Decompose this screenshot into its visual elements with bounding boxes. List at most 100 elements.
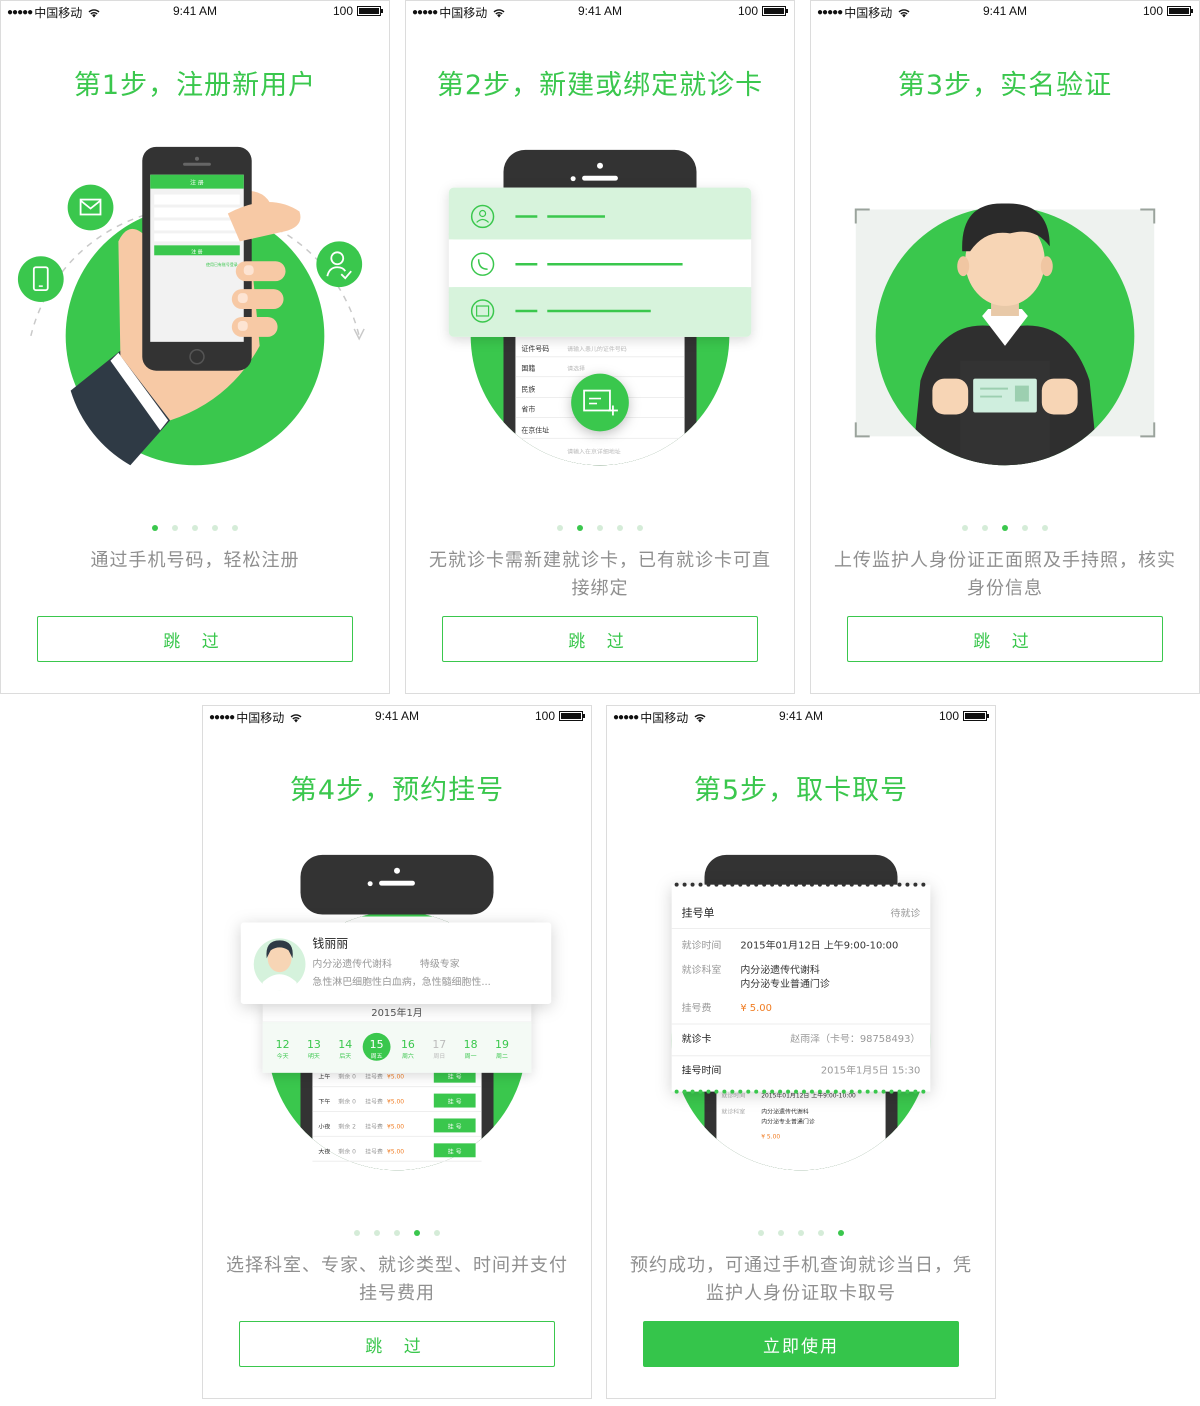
skip-button[interactable]: 跳 过 <box>37 616 353 662</box>
ticket-edge-notch <box>690 1089 695 1094</box>
ticket-edge-notch <box>754 1089 759 1094</box>
date-cell[interactable]: 18 周一 <box>464 1038 478 1060</box>
ticket-edge-notch <box>849 882 854 887</box>
page-dot[interactable] <box>1002 525 1008 531</box>
ticket-edge-notch <box>865 1089 870 1094</box>
ticket-edge-notch <box>690 882 695 887</box>
form-placeholder: 请选择 <box>567 365 585 373</box>
skip-button[interactable]: 跳 过 <box>847 616 1163 662</box>
phone-header: 注 册 <box>190 179 204 187</box>
form-label: 在京住址 <box>521 425 549 434</box>
onboarding-screen-3: ●●●●● 中国移动 9:41 AM 100 第3步，实名验证 上传监护人身份证… <box>810 0 1200 694</box>
battery-icon <box>559 711 585 721</box>
onboarding-screen-5: ●●●●● 中国移动 9:41 AM 100 第5步，取卡取号 就诊时间 2015… <box>606 705 996 1399</box>
status-bar: ●●●●● 中国移动 9:41 AM 100 <box>406 1 794 23</box>
page-dot[interactable] <box>637 525 643 531</box>
date-day: 15 <box>370 1038 384 1051</box>
ticket-edge-notch <box>754 882 759 887</box>
ticket-edge-notch <box>841 1089 846 1094</box>
ticket-status: 待就诊 <box>891 907 921 920</box>
ticket-edge-notch <box>722 882 727 887</box>
battery-icon <box>963 711 989 721</box>
ticket-edge-notch <box>921 1089 926 1094</box>
ticket-edge-notch <box>849 1089 854 1094</box>
page-dot[interactable] <box>838 1230 844 1236</box>
skip-button[interactable]: 跳 过 <box>239 1321 555 1367</box>
page-dot[interactable] <box>232 525 238 531</box>
page-dot[interactable] <box>758 1230 764 1236</box>
ticket-edge-notch <box>881 882 886 887</box>
page-dot[interactable] <box>212 525 218 531</box>
date-day: 12 <box>276 1038 290 1051</box>
ticket-illustration: 就诊时间 2015年01月12日 上午9:00-10:00 就诊科室 内分泌遗传… <box>671 854 931 1171</box>
battery-level: 100 <box>534 709 555 723</box>
mobile-icon <box>17 256 64 303</box>
fee-label: 挂号费 <box>682 1001 712 1014</box>
date-cell[interactable]: 15 周五 <box>362 1032 391 1061</box>
date-day: 16 <box>401 1038 415 1051</box>
ticket-edge-notch <box>817 882 822 887</box>
date-cell[interactable]: 12今天 <box>276 1038 290 1060</box>
status-time: 9:41 AM <box>172 4 218 18</box>
ticket-edge-notch <box>889 1089 894 1094</box>
page-indicator <box>811 525 1199 531</box>
status-bar: ●●●●● 中国移动 9:41 AM 100 <box>203 706 591 728</box>
page-dot[interactable] <box>1022 525 1028 531</box>
doctor-level: 特级专家 <box>420 957 460 970</box>
step-description: 预约成功，可通过手机查询就诊当日，凭监护人身份证取卡取号 <box>630 1255 972 1304</box>
page-dot[interactable] <box>434 1230 440 1236</box>
page-indicator <box>406 525 794 531</box>
page-dot[interactable] <box>152 525 158 531</box>
page-dot[interactable] <box>557 525 563 531</box>
page-dot[interactable] <box>798 1230 804 1236</box>
page-dot[interactable] <box>577 525 583 531</box>
ticket-edge-notch <box>833 882 838 887</box>
battery-icon <box>357 6 383 16</box>
date-cell[interactable]: 14后天 <box>338 1038 352 1060</box>
date-weekday: 明天 <box>308 1053 320 1060</box>
page-dot[interactable] <box>172 525 178 531</box>
ticket-edge-notch <box>682 882 687 887</box>
phone-mockup: 注 册 注 册 使用已有账号登录 <box>142 146 252 371</box>
page-dot[interactable] <box>778 1230 784 1236</box>
ticket-edge-notch <box>730 1089 735 1094</box>
page-dot[interactable] <box>962 525 968 531</box>
ticket-edge-notch <box>786 1089 791 1094</box>
start-using-button[interactable]: 立即使用 <box>643 1321 959 1367</box>
battery-level: 100 <box>737 4 758 18</box>
page-dot[interactable] <box>818 1230 824 1236</box>
status-time: 9:41 AM <box>577 4 623 18</box>
page-dot[interactable] <box>617 525 623 531</box>
status-time: 9:41 AM <box>778 709 824 723</box>
date-day: 19 <box>495 1038 509 1051</box>
visit-time-value: 2015年01月12日 上午9:00-10:00 <box>740 938 898 951</box>
slot-price: ¥5.00 <box>387 1074 404 1081</box>
date-weekday: 周五 <box>371 1053 383 1060</box>
month-label: 2015年1月 <box>371 1006 423 1019</box>
battery-level: 100 <box>332 4 353 18</box>
page-dot[interactable] <box>192 525 198 531</box>
page-dot[interactable] <box>374 1230 380 1236</box>
date-cell[interactable]: 13 明天 <box>307 1038 321 1060</box>
page-dot[interactable] <box>394 1230 400 1236</box>
step-title: 第4步，预约挂号 <box>289 775 505 806</box>
ticket-edge-notch <box>770 1089 775 1094</box>
skip-button[interactable]: 跳 过 <box>442 616 758 662</box>
date-cell[interactable]: 16周六 <box>401 1038 415 1060</box>
slot-fee-label: 挂号费 <box>365 1147 383 1155</box>
page-dot[interactable] <box>1042 525 1048 531</box>
page-dot[interactable] <box>354 1230 360 1236</box>
slot-price: ¥5.00 <box>387 1123 404 1130</box>
page-dot[interactable] <box>414 1230 420 1236</box>
page-dot[interactable] <box>982 525 988 531</box>
date-cell[interactable]: 19 周二 <box>495 1038 509 1060</box>
page-dot[interactable] <box>597 525 603 531</box>
date-day: 13 <box>307 1038 321 1051</box>
battery-level: 100 <box>1142 4 1163 18</box>
ticket-header: 挂号单 <box>682 906 715 920</box>
ticket-edge-notch <box>897 1089 902 1094</box>
step-title: 第1步，注册新用户 <box>73 70 317 101</box>
step-title: 第5步，取卡取号 <box>693 775 909 806</box>
ticket-edge-notch <box>762 882 767 887</box>
ticket-edge-notch <box>794 882 799 887</box>
